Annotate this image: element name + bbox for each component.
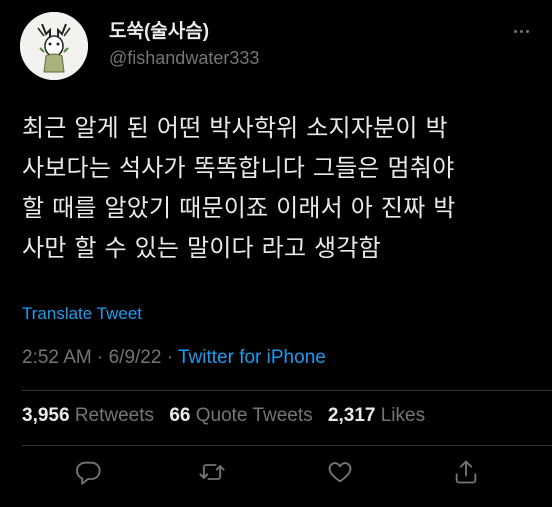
separator-dot: ·: [97, 347, 109, 368]
reply-icon[interactable]: [74, 458, 102, 486]
tweet-actions: [0, 458, 552, 494]
like-icon[interactable]: [326, 458, 354, 486]
tweet-source[interactable]: Twitter for iPhone: [178, 347, 326, 368]
more-icon[interactable]: [514, 20, 536, 36]
avatar[interactable]: [20, 12, 88, 80]
retweets-label: Retweets: [74, 405, 155, 426]
quote-tweets-stat[interactable]: 66 Quote Tweets: [169, 405, 312, 426]
separator-dot: ·: [166, 347, 178, 368]
likes-label: Likes: [380, 405, 426, 426]
likes-count: 2,317: [327, 405, 376, 426]
quote-tweets-count: 66: [169, 405, 191, 426]
retweet-icon[interactable]: [198, 458, 226, 486]
tweet-text: 최근 알게 된 어떤 박사학위 소지자분이 박 사보다는 석사가 똑똑합니다 그…: [22, 114, 456, 262]
divider: [22, 390, 552, 391]
tweet-time[interactable]: 2:52 AM: [22, 347, 92, 368]
tweet-date[interactable]: 6/9/22: [109, 347, 162, 368]
tweet-metadata: 2:52 AM · 6/9/22 · Twitter for iPhone: [22, 347, 326, 369]
retweets-count: 3,956: [22, 405, 70, 426]
deer-avatar-icon: [20, 12, 88, 80]
quote-tweets-label: Quote Tweets: [195, 405, 313, 426]
display-name[interactable]: 도쑥(술사슴): [109, 20, 259, 44]
retweets-stat[interactable]: 3,956 Retweets: [22, 405, 154, 426]
likes-stat[interactable]: 2,317 Likes: [328, 405, 425, 426]
tweet-stats: 3,956 Retweets 66 Quote Tweets 2,317 Lik…: [22, 405, 435, 427]
divider: [22, 445, 552, 446]
tweet-header: 도쑥(술사슴) @fishandwater333: [20, 12, 536, 84]
user-handle[interactable]: @fishandwater333: [109, 45, 259, 71]
share-icon[interactable]: [452, 458, 480, 486]
translate-tweet-link[interactable]: Translate Tweet: [22, 304, 142, 324]
